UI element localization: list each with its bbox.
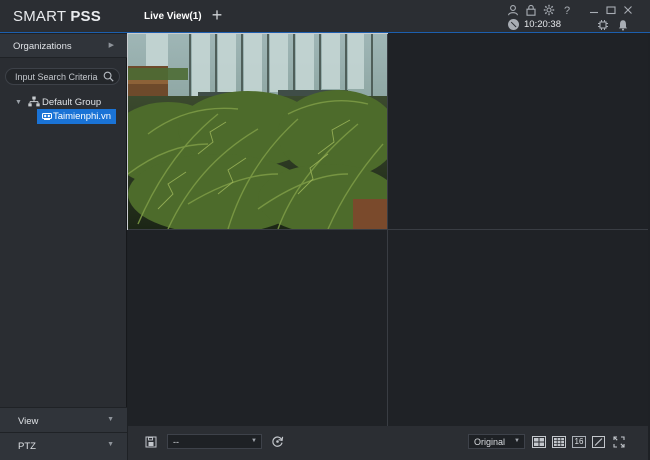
- add-tab-button[interactable]: +: [209, 6, 225, 24]
- close-icon[interactable]: [622, 4, 634, 16]
- chevron-right-icon: ▶: [108, 42, 114, 49]
- chevron-down-icon: ▼: [107, 416, 114, 423]
- view-panel-header[interactable]: View ▼: [0, 407, 127, 432]
- stream-type-value: Original: [474, 437, 506, 447]
- minimize-icon[interactable]: [588, 4, 600, 16]
- search-input[interactable]: [15, 71, 101, 83]
- gear-icon[interactable]: [543, 4, 555, 16]
- grid-divider-vertical: [387, 34, 388, 426]
- chevron-down-icon: ▼: [107, 441, 114, 448]
- user-icon[interactable]: [507, 4, 519, 16]
- stream-type-select[interactable]: Original ▼: [468, 434, 525, 449]
- device-label: Taimienphi.vn: [53, 111, 112, 122]
- bell-icon[interactable]: [617, 19, 629, 31]
- video-window-2[interactable]: [388, 34, 648, 229]
- fullscreen-icon[interactable]: [613, 436, 625, 448]
- view-preset-select[interactable]: -- ▼: [167, 434, 262, 449]
- view-preset-value: --: [173, 437, 179, 447]
- sidebar: Organizations ▶ ▼ Default Group Taimienp…: [0, 34, 127, 460]
- dvr-device-icon: [42, 113, 52, 120]
- view-label: View: [18, 416, 39, 427]
- chevron-down-icon: ▼: [251, 438, 257, 444]
- layout-4-icon[interactable]: [532, 436, 546, 448]
- app-logo: SMART PSS: [13, 8, 101, 25]
- organizations-label: Organizations: [13, 41, 72, 52]
- search-icon[interactable]: [103, 71, 114, 82]
- tree-group-default[interactable]: Default Group: [42, 97, 101, 108]
- group-tree-icon: [28, 96, 40, 107]
- video-grid: [108, 33, 648, 426]
- lock-icon[interactable]: [525, 4, 537, 16]
- clock-time: 10:20:38: [524, 19, 561, 30]
- logo-suffix: PSS: [70, 8, 101, 25]
- tree-expand-icon[interactable]: ▼: [15, 99, 22, 106]
- live-view-toolbar: -- ▼ Original ▼ 16: [128, 426, 648, 460]
- save-view-icon[interactable]: [145, 436, 157, 448]
- svg-text:?: ?: [564, 5, 570, 16]
- title-bar: SMART PSS Live View(1) + ? 10:20:38: [0, 0, 650, 33]
- maximize-icon[interactable]: [605, 4, 617, 16]
- video-window-4[interactable]: [388, 230, 648, 426]
- video-window-1[interactable]: [108, 33, 398, 234]
- search-box[interactable]: [5, 68, 120, 85]
- grid-divider-horizontal: [128, 229, 648, 230]
- refresh-icon[interactable]: [271, 435, 284, 448]
- tab-live-view[interactable]: Live View(1): [144, 11, 202, 22]
- logo-prefix: SMART: [13, 8, 66, 25]
- help-icon[interactable]: ?: [561, 4, 573, 16]
- layout-16-button[interactable]: 16: [572, 436, 586, 448]
- tree-device-item[interactable]: Taimienphi.vn: [37, 109, 116, 124]
- clock-icon: [508, 19, 519, 30]
- video-window-3[interactable]: [128, 230, 387, 426]
- layout-9-icon[interactable]: [552, 436, 566, 448]
- ptz-panel-header[interactable]: PTZ ▼: [0, 432, 127, 460]
- chevron-down-icon: ▼: [514, 438, 520, 444]
- cpu-icon[interactable]: [597, 19, 609, 31]
- organizations-header[interactable]: Organizations ▶: [0, 34, 127, 58]
- ptz-label: PTZ: [18, 441, 36, 452]
- live-video-frame: [108, 34, 398, 234]
- custom-layout-icon[interactable]: [592, 436, 605, 448]
